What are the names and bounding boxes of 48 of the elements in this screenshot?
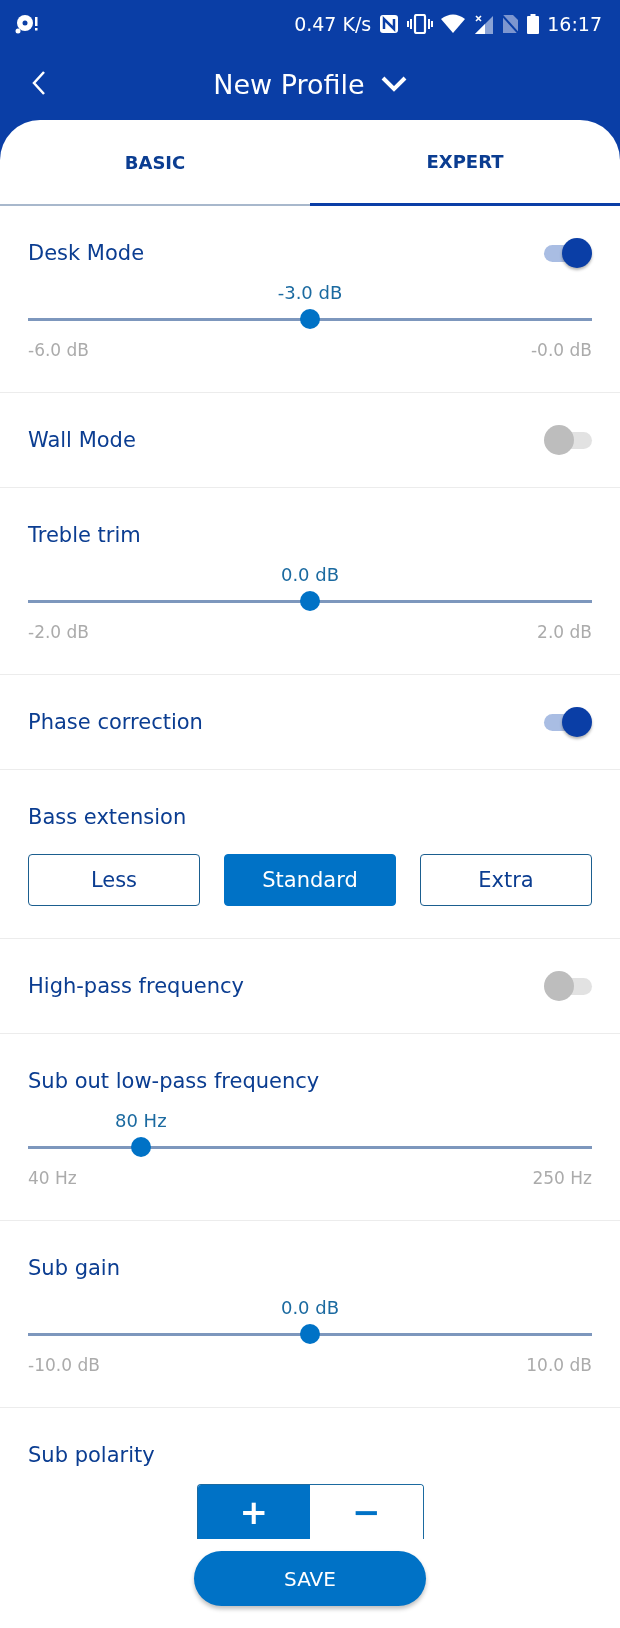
option-button[interactable]: Extra	[420, 854, 592, 906]
option-button[interactable]: Standard	[224, 854, 396, 906]
slider-value: 0.0 dB	[280, 564, 340, 585]
slider[interactable]	[28, 1323, 592, 1345]
clock: 16:17	[547, 13, 602, 35]
network-speed: 0.47 K/s	[294, 13, 372, 35]
wifi-icon	[441, 14, 466, 34]
slider-max-label: 250 Hz	[532, 1168, 592, 1188]
profile-title[interactable]: New Profile	[213, 68, 365, 100]
tab[interactable]: BASIC	[0, 120, 310, 206]
slider-value: 0.0 dB	[280, 1297, 340, 1318]
setting-label: Wall Mode	[28, 428, 136, 452]
slider-min-label: -6.0 dB	[28, 340, 90, 360]
battery-icon	[527, 14, 540, 34]
toggle-switch[interactable]	[544, 707, 592, 737]
slider[interactable]	[28, 1136, 592, 1158]
signal-icon	[473, 14, 494, 34]
slider-min-label: -2.0 dB	[28, 622, 90, 642]
slider-max-label: 10.0 dB	[526, 1355, 592, 1375]
toggle-switch[interactable]	[544, 425, 592, 455]
sim-icon	[501, 14, 520, 34]
tab[interactable]: EXPERT	[310, 120, 620, 206]
setting-label: Sub polarity	[28, 1443, 155, 1467]
option-button[interactable]: Less	[28, 854, 200, 906]
slider-max-label: -0.0 dB	[530, 340, 592, 360]
back-icon[interactable]	[32, 70, 46, 96]
slider-max-label: 2.0 dB	[537, 622, 592, 642]
save-button[interactable]: SAVE	[194, 1551, 426, 1606]
chevron-down-icon[interactable]	[380, 76, 407, 92]
setting-label: Desk Mode	[28, 241, 145, 265]
setting-label: High-pass frequency	[28, 974, 244, 998]
slider[interactable]	[28, 590, 592, 612]
slider[interactable]	[28, 308, 592, 330]
setting-label: Bass extension	[28, 805, 187, 829]
slider-value: 80 Hz	[115, 1110, 167, 1131]
slider-min-label: -10.0 dB	[28, 1355, 100, 1375]
setting-label: Sub gain	[28, 1256, 120, 1280]
setting-label: Phase correction	[28, 710, 203, 734]
nfc-icon	[379, 14, 400, 34]
toggle-switch[interactable]	[544, 971, 592, 1001]
notification-icon	[14, 13, 40, 35]
setting-label: Treble trim	[28, 523, 141, 547]
toggle-switch[interactable]	[544, 238, 592, 268]
vibrate-icon	[407, 14, 434, 34]
slider-min-label: 40 Hz	[28, 1168, 77, 1188]
polarity-button[interactable]: +	[197, 1485, 310, 1539]
slider-value: -3.0 dB	[277, 282, 343, 303]
setting-label: Sub out low-pass frequency	[28, 1069, 320, 1093]
